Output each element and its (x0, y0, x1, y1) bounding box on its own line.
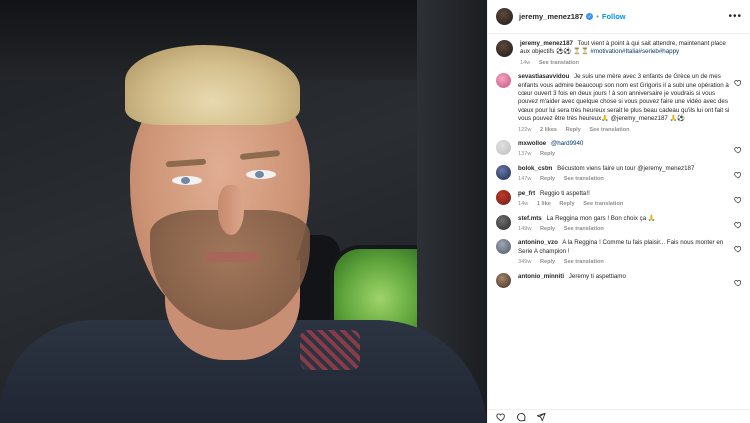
comment-time[interactable]: 147w (518, 176, 531, 182)
left-eye (172, 176, 202, 185)
verified-badge-icon: ✓ (586, 13, 594, 20)
list-item: antonino_vzo A la Reggina ! Comme tu fai… (496, 239, 742, 266)
list-item: bolok_cstm Bécustom viens faire un tour … (496, 164, 742, 184)
commenter-avatar[interactable] (496, 239, 511, 255)
comment-text: @hard9940 (550, 140, 584, 148)
reply-button[interactable]: Reply (540, 176, 555, 182)
comment-text: Bécustom viens faire un tour @jeremy_men… (557, 164, 695, 172)
comments-list: jeremy_menez187 Tout vient à point à qui… (488, 34, 750, 288)
commenter-avatar[interactable] (496, 164, 511, 180)
list-item: pe_frt Reggio ti aspetta!! 14w 1 like Re… (496, 189, 742, 209)
comment-text: Je suis une mère avec 3 enfants de Grèce… (518, 73, 730, 123)
reply-button[interactable]: Reply (540, 259, 555, 265)
comment-username[interactable]: pe_frt (518, 190, 535, 197)
commenter-avatar[interactable] (496, 140, 511, 156)
see-translation-link[interactable]: See translation (589, 127, 629, 133)
post-actions-bar (488, 409, 750, 423)
post-side-panel: jeremy_menez187 ✓ • Follow ••• jeremy_me… (487, 0, 750, 423)
comment-username[interactable]: mxwolloe (518, 140, 546, 147)
caption: jeremy_menez187 Tout vient à point à qui… (496, 40, 742, 67)
comment-time[interactable]: 122w (518, 127, 531, 133)
reply-button[interactable]: Reply (540, 151, 555, 157)
comment-icon[interactable] (516, 412, 526, 422)
commenter-avatar[interactable] (496, 73, 511, 89)
heart-icon[interactable] (734, 279, 742, 287)
reply-button[interactable]: Reply (559, 201, 574, 207)
commenter-avatar[interactable] (496, 189, 511, 205)
see-translation-link[interactable]: See translation (583, 201, 623, 207)
reply-button[interactable]: Reply (540, 226, 555, 232)
separator-dot: • (596, 12, 599, 21)
comment-text: La Reggina mon gars ! Bon choix ça 🙏 (546, 214, 656, 222)
heart-icon[interactable] (734, 79, 742, 87)
heart-icon[interactable] (734, 146, 742, 154)
comment-username[interactable]: stef.mts (518, 215, 542, 222)
comment-time[interactable]: 14w (518, 201, 528, 207)
post-photo (0, 0, 487, 423)
comment-username[interactable]: sevastiasavvidou (518, 73, 569, 80)
author-avatar[interactable] (496, 40, 513, 57)
commenter-avatar[interactable] (496, 214, 511, 230)
comment-time[interactable]: 137w (518, 151, 531, 157)
comment-time[interactable]: 349w (518, 259, 531, 265)
list-item: sevastiasavvidou Je suis une mère avec 3… (496, 73, 742, 134)
comment-likes[interactable]: 2 likes (540, 127, 557, 133)
heart-icon[interactable] (734, 245, 742, 253)
reply-button[interactable]: Reply (566, 127, 581, 133)
author-avatar[interactable] (496, 8, 513, 25)
caption-time[interactable]: 14w (520, 60, 530, 66)
see-translation-link[interactable]: See translation (564, 176, 604, 182)
post-header: jeremy_menez187 ✓ • Follow ••• (488, 0, 750, 34)
right-eye (246, 170, 276, 179)
see-translation-link[interactable]: See translation (539, 60, 579, 66)
more-options-icon[interactable]: ••• (728, 11, 742, 22)
heart-icon[interactable] (496, 412, 506, 422)
list-item: mxwolloe @hard9940 137w Reply (496, 140, 742, 159)
comment-text: Reggio ti aspetta!! (539, 189, 590, 197)
see-translation-link[interactable]: See translation (564, 226, 604, 232)
mouth (205, 252, 260, 262)
commenter-avatar[interactable] (496, 272, 511, 288)
see-translation-link[interactable]: See translation (564, 259, 604, 265)
list-item: stef.mts La Reggina mon gars ! Bon choix… (496, 214, 742, 234)
nose (218, 185, 244, 235)
comment-username[interactable]: bolok_cstm (518, 165, 552, 172)
heart-icon[interactable] (734, 171, 742, 179)
paper-plane-icon[interactable] (536, 412, 546, 422)
caption-username[interactable]: jeremy_menez187 (520, 40, 573, 47)
comment-likes[interactable]: 1 like (537, 201, 551, 207)
comment-text: Jeremy ti aspettiamo (568, 272, 626, 280)
comment-username[interactable]: antonio_minniti (518, 273, 564, 280)
follow-button[interactable]: Follow (602, 12, 626, 21)
heart-icon[interactable] (734, 196, 742, 204)
author-username[interactable]: jeremy_menez187 (519, 12, 583, 21)
shirt-collar (300, 330, 360, 370)
heart-icon[interactable] (734, 221, 742, 229)
list-item: antonio_minniti Jeremy ti aspettiamo (496, 272, 742, 288)
caption-hashtags[interactable]: #motivation#Italia#serieb#happy (590, 48, 679, 55)
comment-username[interactable]: antonino_vzo (518, 239, 558, 246)
comment-time[interactable]: 149w (518, 226, 531, 232)
